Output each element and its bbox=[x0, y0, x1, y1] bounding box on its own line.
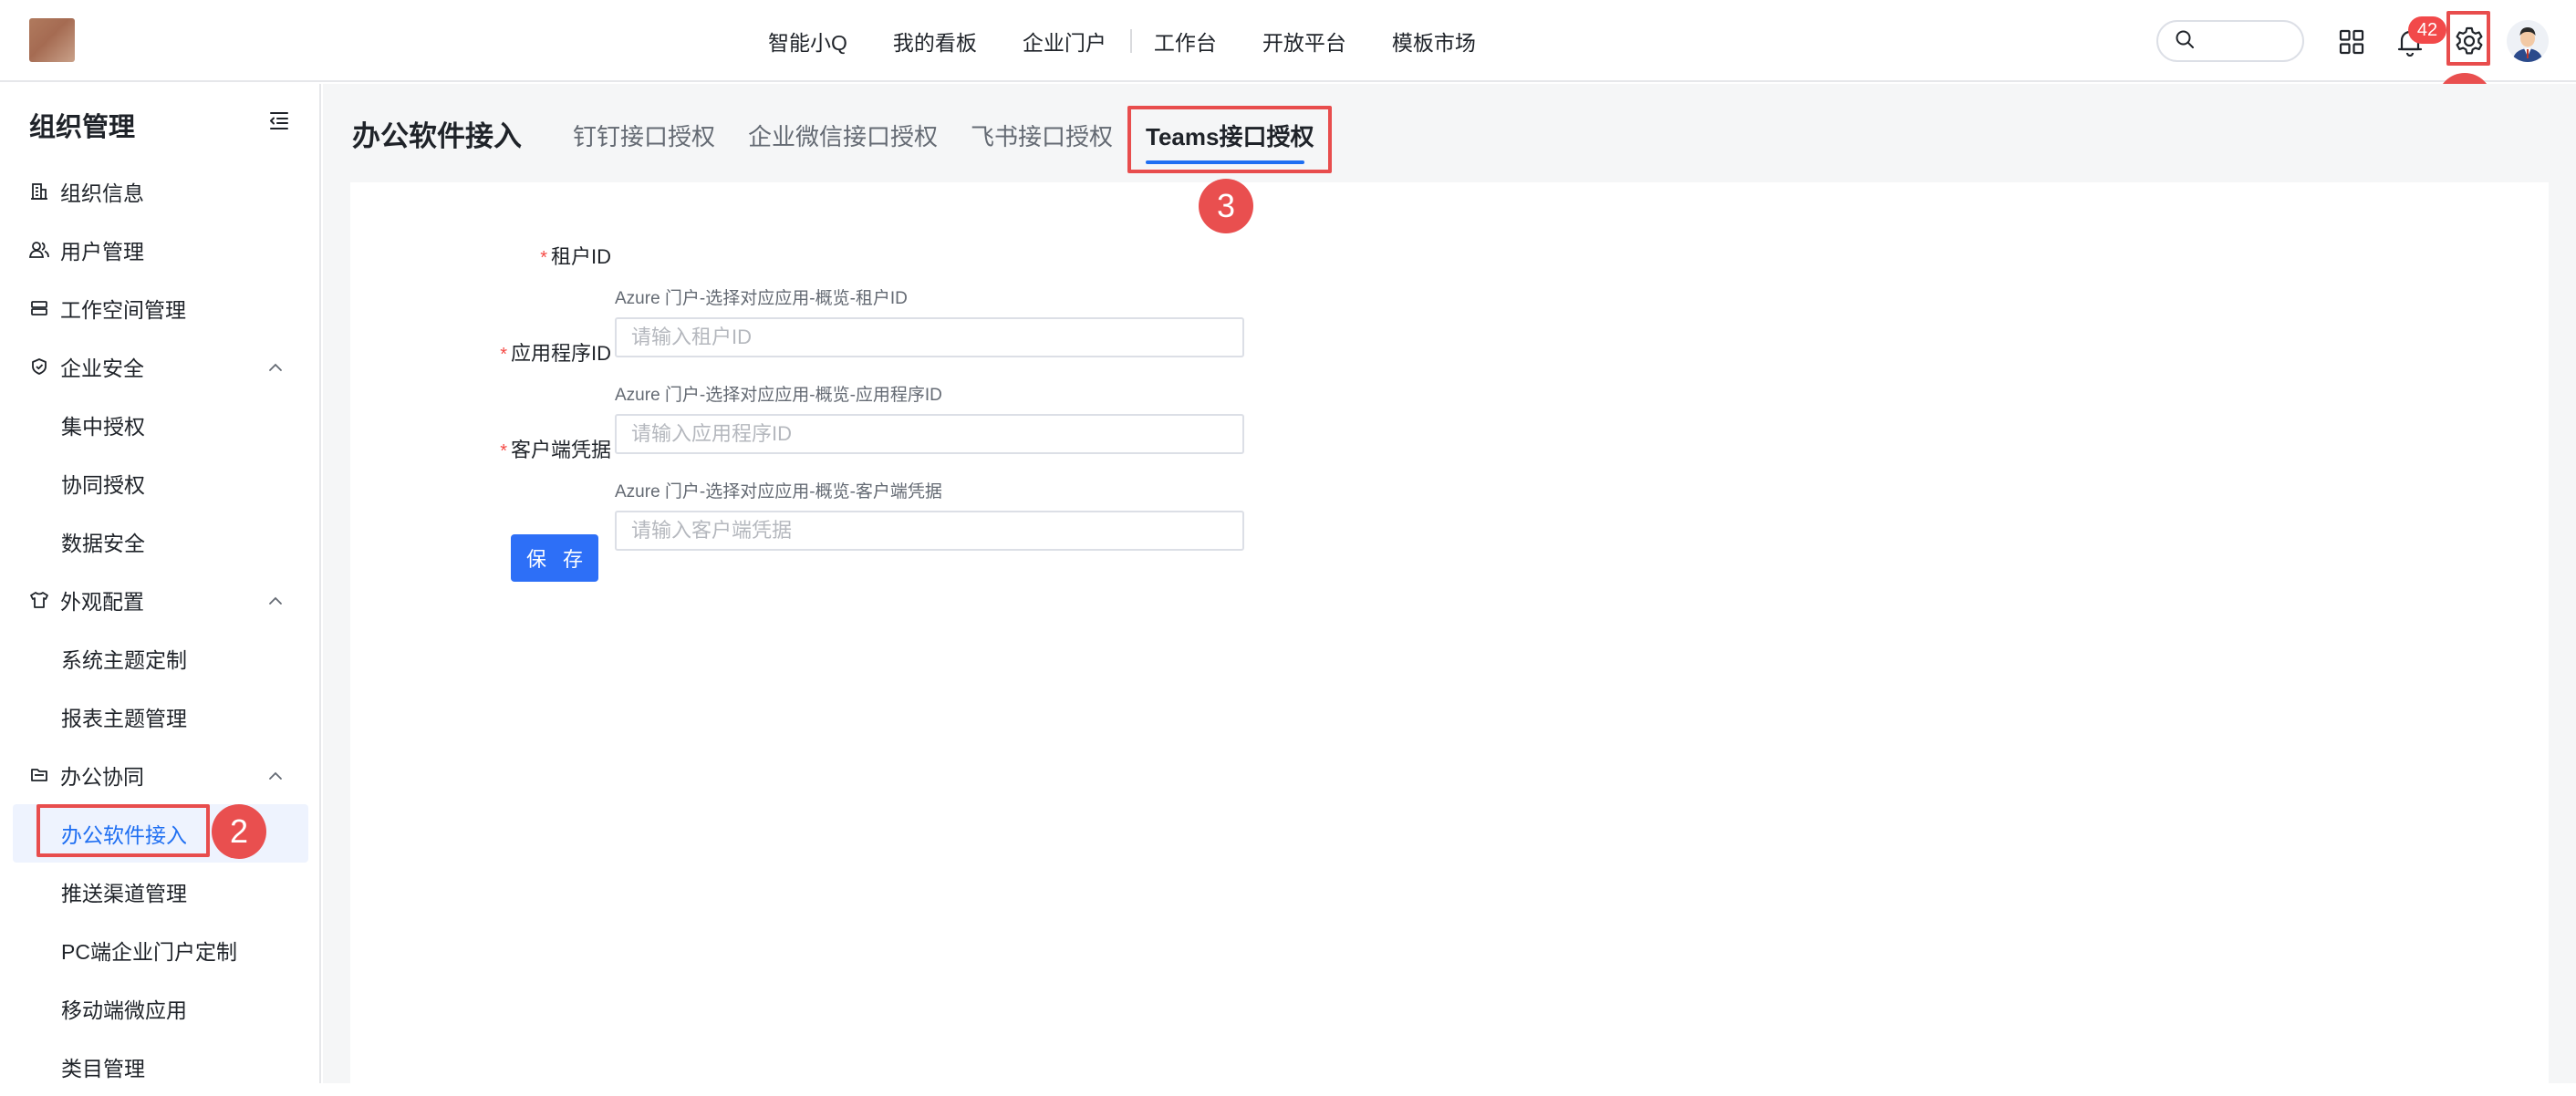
nav-open-platform[interactable]: 开放平台 bbox=[1262, 26, 1346, 57]
user-avatar[interactable] bbox=[2507, 20, 2549, 62]
tenant-id-input[interactable] bbox=[615, 317, 1244, 357]
nav-my-dashboard[interactable]: 我的看板 bbox=[893, 26, 977, 57]
sidebar-item-collab-auth[interactable]: 协同授权 bbox=[0, 454, 321, 512]
tab-feishu[interactable]: 飞书接口授权 bbox=[971, 119, 1113, 152]
sidebar-item-office-collab[interactable]: 办公协同 bbox=[0, 746, 321, 804]
page-title: 办公软件接入 bbox=[352, 120, 522, 152]
sidebar-item-label: 办公软件接入 bbox=[61, 823, 187, 847]
sidebar-item-org-info[interactable]: 组织信息 bbox=[0, 162, 321, 221]
tab-wecom[interactable]: 企业微信接口授权 bbox=[748, 119, 938, 152]
required-mark: * bbox=[500, 441, 507, 461]
sidebar-item-label: 工作空间管理 bbox=[60, 298, 186, 322]
chevron-up-icon[interactable] bbox=[266, 591, 285, 615]
required-mark: * bbox=[500, 345, 507, 365]
app-id-label: * 应用程序ID bbox=[500, 342, 611, 365]
client-secret-label: * 客户端凭据 bbox=[500, 439, 611, 461]
sidebar-item-label: 系统主题定制 bbox=[61, 648, 187, 672]
sidebar-item-label: 组织信息 bbox=[60, 181, 144, 205]
shirt-icon bbox=[29, 590, 49, 610]
active-tab-indicator bbox=[1146, 160, 1304, 164]
main-content: 办公软件接入 钉钉接口授权 企业微信接口授权 飞书接口授权 Teams接口授权 … bbox=[323, 84, 2576, 1094]
top-nav: 智能小Q 我的看板 企业门户 工作台 开放平台 模板市场 bbox=[748, 0, 1476, 82]
notification-badge: 42 bbox=[2408, 16, 2446, 44]
sidebar-item-user-mgmt[interactable]: 用户管理 bbox=[0, 221, 321, 279]
sidebar-item-label: 用户管理 bbox=[60, 240, 144, 264]
chevron-up-icon[interactable] bbox=[266, 357, 285, 382]
server-icon bbox=[29, 298, 49, 318]
sidebar-item-label: 协同授权 bbox=[61, 473, 145, 497]
users-icon bbox=[29, 240, 49, 260]
sidebar-item-enterprise-security[interactable]: 企业安全 bbox=[0, 337, 321, 396]
sidebar-item-appearance[interactable]: 外观配置 bbox=[0, 571, 321, 629]
tenant-id-help: Azure 门户-选择对应应用-概览-租户ID bbox=[615, 289, 908, 308]
sidebar-item-label: 类目管理 bbox=[61, 1057, 145, 1080]
sidebar-item-label: 移动端微应用 bbox=[61, 998, 187, 1022]
sidebar-item-label: PC端企业门户定制 bbox=[61, 940, 237, 964]
grid-apps-icon[interactable] bbox=[2337, 27, 2366, 57]
sidebar-item-label: 推送渠道管理 bbox=[61, 882, 187, 905]
required-mark: * bbox=[540, 248, 547, 268]
sidebar-item-label: 报表主题管理 bbox=[61, 707, 187, 730]
app-id-input[interactable] bbox=[615, 414, 1244, 454]
nav-workbench[interactable]: 工作台 bbox=[1154, 26, 1217, 57]
search-input[interactable] bbox=[2204, 30, 2295, 52]
teams-auth-form: *租户ID Azure 门户-选择对应应用-概览-租户ID *应用程序ID Az… bbox=[350, 182, 2549, 1094]
sidebar-item-label: 外观配置 bbox=[60, 590, 144, 614]
sidebar-item-mobile-micro-app[interactable]: 移动端微应用 bbox=[0, 979, 321, 1038]
shield-icon bbox=[29, 357, 49, 377]
sidebar-item-label: 集中授权 bbox=[61, 415, 145, 439]
sidebar-title: 组织管理 bbox=[29, 113, 136, 142]
sidebar-item-label: 办公协同 bbox=[60, 765, 144, 789]
sidebar: 组织管理 组织信息 用户管理 工作空间管理 企业安全 集中授权 协同授权 数据安… bbox=[0, 84, 321, 1083]
top-header: 智能小Q 我的看板 企业门户 工作台 开放平台 模板市场 42 bbox=[0, 0, 2576, 82]
sidebar-item-push-channels[interactable]: 推送渠道管理 bbox=[0, 863, 321, 921]
nav-divider bbox=[1129, 29, 1132, 53]
search-box[interactable] bbox=[2156, 20, 2304, 62]
tab-dingtalk[interactable]: 钉钉接口授权 bbox=[573, 119, 715, 152]
nav-enterprise-portal[interactable]: 企业门户 bbox=[1023, 26, 1106, 57]
building-icon bbox=[29, 181, 49, 202]
save-button[interactable]: 保 存 bbox=[511, 534, 598, 582]
sidebar-item-report-theme[interactable]: 报表主题管理 bbox=[0, 688, 321, 746]
folder-icon bbox=[29, 765, 49, 785]
collapse-menu-icon[interactable] bbox=[268, 109, 290, 136]
sidebar-item-label: 企业安全 bbox=[60, 357, 144, 380]
sidebar-item-pc-portal[interactable]: PC端企业门户定制 bbox=[0, 921, 321, 979]
company-logo[interactable] bbox=[29, 18, 75, 62]
sidebar-item-central-auth[interactable]: 集中授权 bbox=[0, 396, 321, 454]
gear-icon[interactable] bbox=[2452, 24, 2487, 58]
sidebar-item-system-theme[interactable]: 系统主题定制 bbox=[0, 629, 321, 688]
callout-2: 2 bbox=[212, 804, 266, 859]
app-id-help: Azure 门户-选择对应应用-概览-应用程序ID bbox=[615, 386, 942, 405]
client-secret-input[interactable] bbox=[615, 511, 1244, 551]
sidebar-item-label: 数据安全 bbox=[61, 532, 145, 555]
sidebar-item-workspace-mgmt[interactable]: 工作空间管理 bbox=[0, 279, 321, 337]
nav-smart-q[interactable]: 智能小Q bbox=[768, 26, 847, 57]
nav-template-market[interactable]: 模板市场 bbox=[1392, 26, 1476, 57]
sidebar-item-data-security[interactable]: 数据安全 bbox=[0, 512, 321, 571]
tab-teams[interactable]: Teams接口授权 bbox=[1146, 119, 1314, 152]
tenant-id-label: * 租户ID bbox=[540, 245, 611, 268]
callout-3: 3 bbox=[1199, 179, 1253, 233]
sidebar-item-category-mgmt[interactable]: 类目管理 bbox=[0, 1038, 321, 1096]
client-secret-help: Azure 门户-选择对应应用-概览-客户端凭据 bbox=[615, 482, 942, 501]
chevron-up-icon[interactable] bbox=[266, 766, 285, 791]
search-icon bbox=[2175, 29, 2195, 54]
